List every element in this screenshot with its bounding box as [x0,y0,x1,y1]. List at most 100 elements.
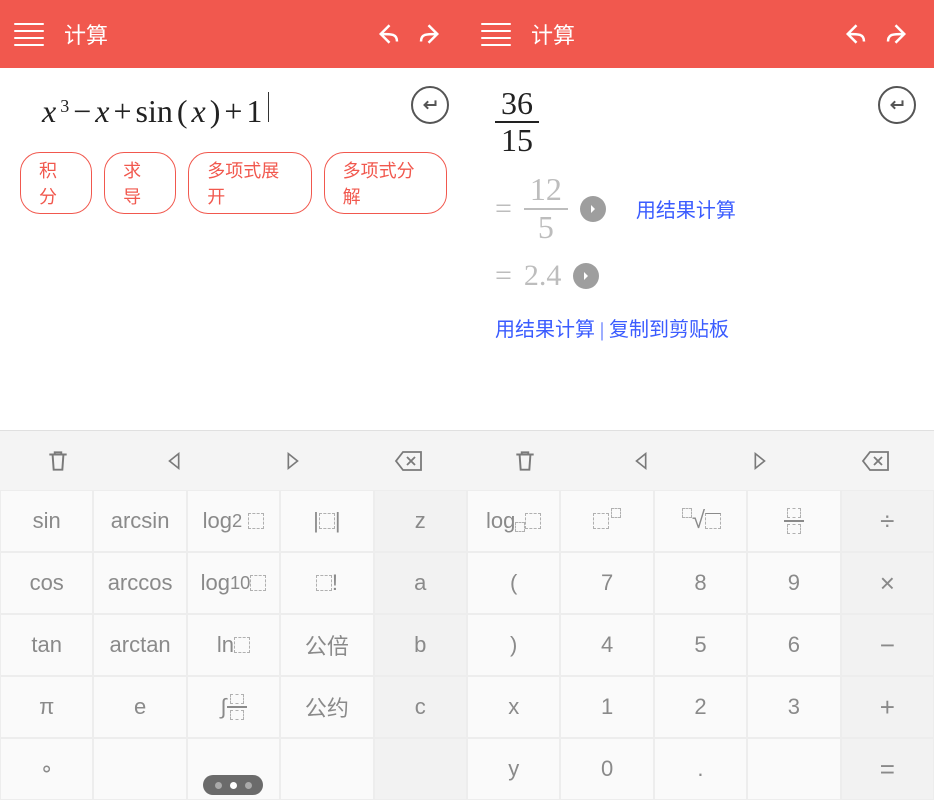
expr-one: 1 [246,93,262,130]
expression-display[interactable]: x3 − x + sin (x) + 1 [18,86,449,148]
key-fraction[interactable] [747,490,840,552]
key-gcd[interactable]: 公约 [280,676,373,738]
right-header: 计算 [467,0,934,68]
key-5[interactable]: 5 [654,614,747,676]
input-denominator: 15 [495,123,539,158]
eq2: = [495,259,512,293]
key-ln[interactable]: ln [187,614,280,676]
trash-icon[interactable] [36,439,80,483]
pill-integral[interactable]: 积分 [20,152,92,214]
cursor-left-icon[interactable] [153,439,197,483]
key-arccos[interactable]: arccos [93,552,186,614]
key-lparen[interactable]: ( [467,552,560,614]
menu-icon-r[interactable] [481,23,511,46]
copy-clipboard-link[interactable]: 复制到剪贴板 [609,319,729,341]
expr-x2: x [95,93,109,130]
cursor-right-icon[interactable] [270,439,314,483]
enter-button[interactable] [411,86,449,124]
pill-derivative[interactable]: 求导 [104,152,176,214]
res1-num: 12 [524,172,568,209]
key-factorial[interactable]: ! [280,552,373,614]
key-degree[interactable]: ∘ [0,738,93,800]
sep: | [595,319,609,341]
key-cos[interactable]: cos [0,552,93,614]
key-multiply[interactable]: × [841,552,934,614]
undo-icon[interactable] [365,12,409,56]
use-result-link-1[interactable]: 用结果计算 [636,194,736,223]
right-content: 36 15 = 12 5 用结果计算 = 2.4 用结果计算 | 复制到剪贴板 [467,68,934,430]
key-log2[interactable]: log2 [187,490,280,552]
key-4[interactable]: 4 [560,614,653,676]
left-pager[interactable] [203,775,263,795]
key-plus[interactable]: + [841,676,934,738]
redo-icon-r[interactable] [876,12,920,56]
backspace-icon-r[interactable] [854,439,898,483]
key-x[interactable]: x [467,676,560,738]
key-nthroot[interactable]: √ [654,490,747,552]
key-power[interactable] [560,490,653,552]
enter-button-r[interactable] [878,86,916,124]
key-2[interactable]: 2 [654,676,747,738]
key-lcm[interactable]: 公倍 [280,614,373,676]
key-3[interactable]: 3 [747,676,840,738]
expr-lp: ( [177,93,188,130]
key-6[interactable]: 6 [747,614,840,676]
key-minus[interactable]: − [841,614,934,676]
expr-x: x [42,93,56,130]
key-sin[interactable]: sin [0,490,93,552]
expand-result2-icon[interactable] [573,263,599,289]
cursor-right-icon-r[interactable] [737,439,781,483]
key-logn[interactable]: log [467,490,560,552]
expr-rp: ) [210,93,221,130]
expr-x3: x [192,93,206,130]
pill-factor[interactable]: 多项式分解 [324,152,447,214]
input-numerator: 36 [495,86,539,123]
key-0[interactable]: 0 [560,738,653,800]
key-c[interactable]: c [374,676,467,738]
backspace-icon[interactable] [387,439,431,483]
key-arctan[interactable]: arctan [93,614,186,676]
key-empty-l2[interactable] [187,738,280,800]
right-toolbar [467,430,934,490]
key-abs[interactable]: || [280,490,373,552]
key-empty-l1[interactable] [93,738,186,800]
key-rparen[interactable]: ) [467,614,560,676]
res1-den: 5 [532,210,560,245]
right-header-title: 计算 [531,18,575,50]
key-empty-l3[interactable] [280,738,373,800]
key-pi[interactable]: π [0,676,93,738]
key-divide[interactable]: ÷ [841,490,934,552]
undo-icon-r[interactable] [832,12,876,56]
menu-icon[interactable] [14,23,44,46]
key-e[interactable]: e [93,676,186,738]
expr-minus: − [73,93,91,130]
key-9[interactable]: 9 [747,552,840,614]
key-arcsin[interactable]: arcsin [93,490,186,552]
key-1[interactable]: 1 [560,676,653,738]
key-z[interactable]: z [374,490,467,552]
key-tan[interactable]: tan [0,614,93,676]
key-empty-r[interactable] [747,738,840,800]
fraction-input[interactable]: 36 15 [485,86,916,158]
key-empty-l4[interactable] [374,738,467,800]
left-toolbar [0,430,467,490]
redo-icon[interactable] [409,12,453,56]
pill-expand[interactable]: 多项式展开 [188,152,311,214]
key-7[interactable]: 7 [560,552,653,614]
right-panel: 计算 36 15 = 12 5 用结果计算 [467,0,934,800]
key-b[interactable]: b [374,614,467,676]
key-dot[interactable]: . [654,738,747,800]
expand-result1-icon[interactable] [580,196,606,222]
left-header: 计算 [0,0,467,68]
key-integral[interactable]: ∫ [187,676,280,738]
key-y[interactable]: y [467,738,560,800]
key-a[interactable]: a [374,552,467,614]
key-log10[interactable]: log10 [187,552,280,614]
result-actions: 用结果计算 | 复制到剪贴板 [495,313,872,342]
cursor-left-icon-r[interactable] [620,439,664,483]
key-equals[interactable]: = [841,738,934,800]
eq1: = [495,192,512,226]
trash-icon-r[interactable] [503,439,547,483]
key-8[interactable]: 8 [654,552,747,614]
use-result-link-2[interactable]: 用结果计算 [495,319,595,341]
